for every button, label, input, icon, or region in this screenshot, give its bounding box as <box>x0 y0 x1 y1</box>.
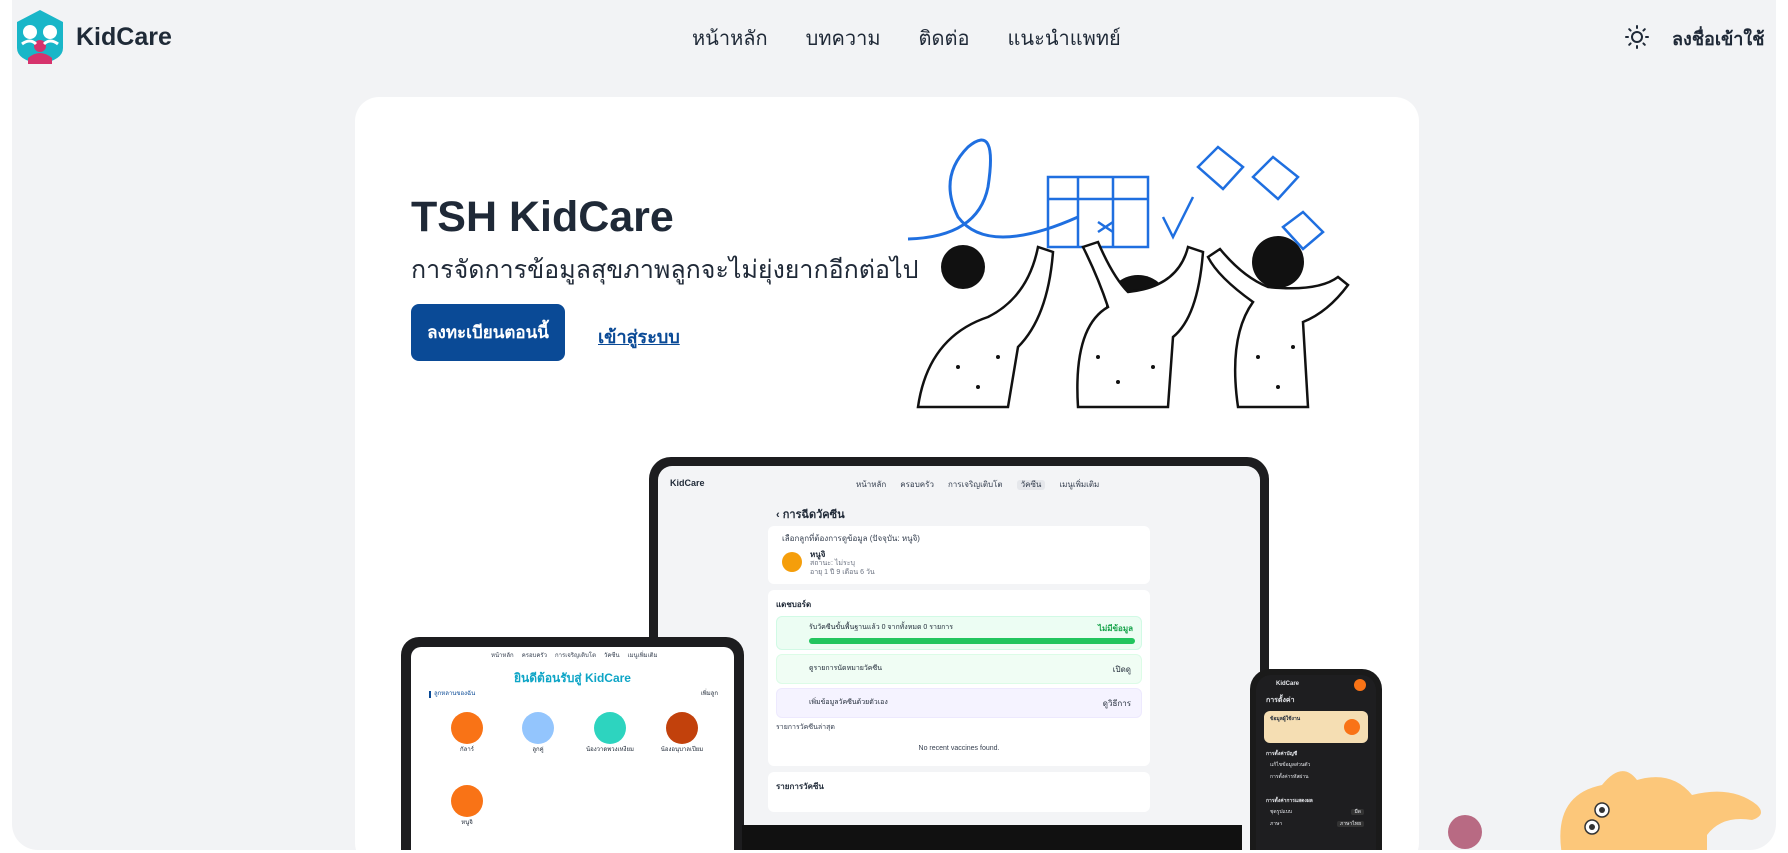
tablet-section-label: ลูกหลานของฉัน <box>429 691 475 699</box>
tablet-nav: หน้าหลัก ครอบครัว การเจริญเติบโต วัคซีน … <box>491 653 658 660</box>
child-name: หนูจิ <box>810 550 826 559</box>
child-select-label: เลือกลูกที่ต้องการดูข้อมูล (ปัจจุบัน: หน… <box>782 534 920 543</box>
decor-blob <box>1448 815 1482 849</box>
appointment-row[interactable]: ดูรายการนัดหมายวัคซีน เปิดดู <box>776 654 1142 684</box>
child-avatar <box>782 552 802 572</box>
vaccine-progress-status: ไม่มีข้อมูล <box>1097 624 1133 633</box>
top-navbar: KidCare หน้าหลัก บทความ ติดต่อ แนะนำแพทย… <box>12 0 1776 76</box>
laptop-page-title-text: การฉีดวัคซีน <box>782 509 845 521</box>
child-detail-1: สถานะ: ไม่ระบุ <box>810 560 855 567</box>
phone-page-title: การตั้งค่า <box>1266 697 1295 704</box>
laptop-brand: KidCare <box>670 478 705 488</box>
empty-vaccines-text: No recent vaccines found. <box>918 745 1000 752</box>
phone-section-account: การตั้งค่าบัญชี <box>1266 751 1298 757</box>
tablet-nav-vaccine[interactable]: วัคซีน <box>604 653 620 660</box>
tablet-welcome: ยินดีต้อนรับสู่ KidCare <box>514 671 631 685</box>
vaccine-progress-fill <box>809 638 1135 644</box>
laptop-keyboard <box>742 825 1242 850</box>
child-name-5: หนูจิ <box>461 820 473 826</box>
phone-section-display: การตั้งค่าการแสดงผล <box>1266 798 1313 804</box>
child-detail-2: อายุ 1 ปี 9 เดือน 6 วัน <box>810 569 875 576</box>
phone-profile-avatar <box>1344 719 1360 735</box>
people-drawing-illustration <box>907 138 1350 409</box>
child-avatar-5[interactable] <box>451 785 483 817</box>
laptop-page-title: ‹ การฉีดวัคซีน <box>776 509 845 521</box>
laptop-nav-more[interactable]: เมนูเพิ่มเติม <box>1059 480 1099 490</box>
phone-mockup: KidCare การตั้งค่า ข้อมูลผู้ใช้งาน การตั… <box>1250 669 1382 850</box>
vaccine-progress-text: รับวัคซีนขั้นพื้นฐานแล้ว 0 จากทั้งหมด 0 … <box>809 624 953 631</box>
theme-toggle-button[interactable] <box>1622 22 1652 52</box>
nav-item-articles[interactable]: บทความ <box>806 22 881 54</box>
laptop-nav-family[interactable]: ครอบครัว <box>900 480 934 490</box>
child-avatar-1[interactable] <box>451 712 483 744</box>
page-frame: KidCare หน้าหลัก บทความ ติดต่อ แนะนำแพทย… <box>12 0 1776 850</box>
child-select-card[interactable]: เลือกลูกที่ต้องการดูข้อมูล (ปัจจุบัน: หน… <box>768 526 1150 584</box>
phone-profile-label: ข้อมูลผู้ใช้งาน <box>1270 716 1301 722</box>
tablet-nav-family[interactable]: ครอบครัว <box>522 653 547 660</box>
laptop-nav-home[interactable]: หน้าหลัก <box>856 480 886 490</box>
child-name-2: ลูกคู่ <box>532 747 544 753</box>
phone-item-language: ภาษา <box>1270 821 1283 827</box>
phone-theme-select[interactable]: มืด <box>1351 809 1364 815</box>
appointment-text: ดูรายการนัดหมายวัคซีน <box>809 665 883 672</box>
tablet-nav-more[interactable]: เมนูเพิ่มเติม <box>628 653 658 660</box>
add-vaccine-row[interactable]: เพิ่มข้อมูลวัคซีนด้วยตัวเอง ดูวิธีการ <box>776 688 1142 718</box>
sun-icon <box>1625 25 1649 49</box>
kidcare-logo-icon <box>17 10 63 64</box>
child-name-3: น้องวาดพวงเหงียม <box>586 747 634 753</box>
laptop-screen: KidCare หน้าหลัก ครอบครัว การเจริญเติบโต… <box>658 466 1260 850</box>
phone-item-theme: ชุดรูปแบบ <box>1270 809 1293 815</box>
phone-item-edit-profile[interactable]: แก้ไขข้อมูลส่วนตัว <box>1270 762 1310 768</box>
cat-mascot-icon <box>1560 771 1761 850</box>
login-link[interactable]: เข้าสู่ระบบ <box>598 322 680 351</box>
phone-screen: KidCare การตั้งค่า ข้อมูลผู้ใช้งาน การตั… <box>1256 675 1376 850</box>
hero-card: TSH KidCare การจัดการข้อมูลสุขภาพลูกจะไม… <box>355 97 1419 850</box>
tablet-mockup: หน้าหลัก ครอบครัว การเจริญเติบโต วัคซีน … <box>401 637 744 850</box>
child-name-4: น้องอนุบาลเปียม <box>660 747 704 753</box>
brand-name: KidCare <box>76 22 172 51</box>
appointment-action: เปิดดู <box>1112 665 1131 674</box>
add-vaccine-action: ดูวิธีการ <box>1102 699 1131 708</box>
add-vaccine-text: เพิ่มข้อมูลวัคซีนด้วยตัวเอง <box>809 699 888 706</box>
hero-title: TSH KidCare <box>411 193 674 241</box>
tablet-section-action[interactable]: เพิ่มลูก <box>701 691 718 698</box>
phone-language-select[interactable]: ภาษาไทย <box>1337 821 1364 827</box>
header-login-link[interactable]: ลงชื่อเข้าใช้ <box>1672 24 1764 53</box>
child-avatar-2[interactable] <box>522 712 554 744</box>
nav-item-doctors[interactable]: แนะนำแพทย์ <box>1008 22 1121 54</box>
vaccine-progress-track <box>809 638 1135 644</box>
phone-profile-card[interactable]: ข้อมูลผู้ใช้งาน <box>1264 711 1368 743</box>
child-avatar-3[interactable] <box>594 712 626 744</box>
dashboard-title: แดชบอร์ด <box>776 600 812 609</box>
phone-avatar[interactable] <box>1354 679 1366 691</box>
nav-item-contact[interactable]: ติดต่อ <box>919 22 970 54</box>
child-name-1: กัลาร์ <box>460 747 474 753</box>
nav-item-home[interactable]: หน้าหลัก <box>692 22 768 54</box>
recent-vaccines-label: รายการวัคซีนล่าสุด <box>776 724 835 731</box>
laptop-nav-vaccine[interactable]: วัคซีน <box>1016 480 1046 490</box>
hero-subtitle: การจัดการข้อมูลสุขภาพลูกจะไม่ยุ่งยากอีกต… <box>411 256 919 284</box>
main-nav: หน้าหลัก บทความ ติดต่อ แนะนำแพทย์ <box>692 22 1121 54</box>
vaccine-progress-row: รับวัคซีนขั้นพื้นฐานแล้ว 0 จากทั้งหมด 0 … <box>776 616 1142 650</box>
phone-item-password[interactable]: การตั้งค่ารหัสผ่าน <box>1270 774 1309 780</box>
register-button[interactable]: ลงทะเบียนตอนนี้ <box>411 304 565 361</box>
phone-brand: KidCare <box>1276 681 1300 687</box>
laptop-nav-growth[interactable]: การเจริญเติบโต <box>948 480 1003 490</box>
laptop-nav: หน้าหลัก ครอบครัว การเจริญเติบโต วัคซีน … <box>856 480 1099 490</box>
tablet-nav-growth[interactable]: การเจริญเติบโต <box>555 653 596 660</box>
vaccine-list-title: รายการวัคซีน <box>776 782 824 791</box>
tablet-nav-home[interactable]: หน้าหลัก <box>491 653 514 660</box>
child-avatar-4[interactable] <box>666 712 698 744</box>
vaccine-list-card: รายการวัคซีน <box>768 772 1150 812</box>
dashboard-card: แดชบอร์ด รับวัคซีนขั้นพื้นฐานแล้ว 0 จากท… <box>768 590 1150 766</box>
tablet-screen: หน้าหลัก ครอบครัว การเจริญเติบโต วัคซีน … <box>411 647 734 850</box>
brand[interactable]: KidCare <box>14 8 172 66</box>
